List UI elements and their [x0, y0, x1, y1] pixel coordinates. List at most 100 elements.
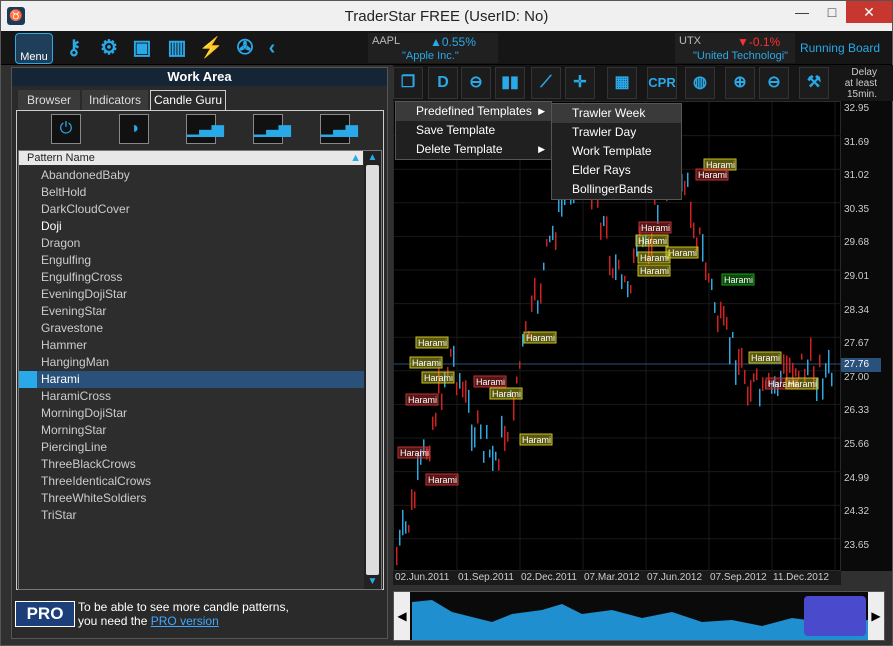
- pattern-list[interactable]: Pattern Name ▲ AbandonedBaby BeltHold DarkC…: [18, 150, 382, 590]
- svg-text:Harami: Harami: [668, 248, 697, 258]
- candles-icon[interactable]: ▮▮: [495, 67, 525, 99]
- harami-pattern-tag[interactable]: Harami: [405, 393, 439, 406]
- submenu-item-bollinger-bands[interactable]: BollingerBands: [552, 180, 681, 199]
- pattern-list-item[interactable]: EveningStar: [19, 303, 365, 320]
- pattern-list-item[interactable]: TriStar: [19, 507, 365, 524]
- quote-aapl[interactable]: AAPL ▲0.55% "Apple Inc.": [368, 33, 498, 63]
- candle-toggle-icon[interactable]: ◑: [119, 114, 149, 144]
- scroll-down-icon[interactable]: ▼: [364, 575, 381, 589]
- zoom-in-icon[interactable]: ⊕: [725, 67, 755, 99]
- cpr-button[interactable]: CPR: [647, 67, 677, 99]
- navigator-window[interactable]: [804, 596, 866, 636]
- harami-pattern-tag[interactable]: Harami: [415, 336, 449, 349]
- pattern-list-item[interactable]: ThreeIdenticalCrows: [19, 473, 365, 490]
- key-icon[interactable]: ⚷: [61, 34, 87, 62]
- harami-pattern-tag[interactable]: Harami: [637, 264, 671, 277]
- minimize-button[interactable]: —: [787, 1, 817, 23]
- grid-icon[interactable]: ▦: [607, 67, 637, 99]
- menu-item-predefined-templates[interactable]: Predefined Templates ▶: [396, 102, 551, 121]
- tab-indicators[interactable]: Indicators: [82, 90, 148, 110]
- harami-pattern-tag[interactable]: Harami: [523, 331, 557, 344]
- pattern-list-item[interactable]: Doji: [19, 218, 365, 235]
- tab-candle-guru[interactable]: Candle Guru: [150, 90, 226, 110]
- signal-strength-icon[interactable]: ▁▃▅: [186, 114, 224, 144]
- draw-d-icon[interactable]: D: [428, 67, 458, 99]
- tab-browser[interactable]: Browser: [18, 90, 80, 110]
- submenu-item-trawler-day[interactable]: Trawler Day: [552, 123, 681, 142]
- wrench-icon[interactable]: ⚒: [799, 67, 829, 99]
- pro-badge[interactable]: PRO: [15, 601, 75, 627]
- pattern-list-item[interactable]: MorningDojiStar: [19, 405, 365, 422]
- bar-chart-icon[interactable]: ▥: [164, 34, 190, 62]
- pattern-list-item[interactable]: Engulfing: [19, 252, 365, 269]
- zoom-out-icon[interactable]: ⊖: [759, 67, 789, 99]
- trend-line-icon[interactable]: ⟋: [531, 67, 561, 99]
- pattern-list-item[interactable]: DarkCloudCover: [19, 201, 365, 218]
- scroll-up-icon[interactable]: ▲: [364, 151, 381, 165]
- pattern-list-item[interactable]: AbandonedBaby: [19, 167, 365, 184]
- pattern-list-item[interactable]: EngulfingCross: [19, 269, 365, 286]
- predefined-templates-submenu: Trawler Week Trawler Day Work Template E…: [551, 103, 682, 200]
- scroll-thumb[interactable]: [366, 165, 379, 575]
- harami-pattern-tag[interactable]: Harami: [703, 158, 737, 171]
- pattern-list-item[interactable]: HaramiCross: [19, 388, 365, 405]
- pattern-list-item[interactable]: Hammer: [19, 337, 365, 354]
- harami-pattern-tag[interactable]: Harami: [637, 251, 671, 264]
- gear-icon[interactable]: ⚙: [96, 34, 122, 62]
- pattern-list-item[interactable]: HangingMan: [19, 354, 365, 371]
- submenu-item-elder-rays[interactable]: Elder Rays: [552, 161, 681, 180]
- harami-pattern-tag[interactable]: Harami: [721, 273, 755, 286]
- pro-version-link[interactable]: PRO version: [151, 614, 219, 628]
- chevron-left-icon[interactable]: ‹: [259, 34, 285, 62]
- globe-icon[interactable]: ◍: [685, 67, 715, 99]
- quote-utx[interactable]: UTX ▼-0.1% "United Technologi": [675, 33, 795, 63]
- nav-right-icon[interactable]: ▶: [868, 592, 884, 640]
- navigator-panel[interactable]: ◀ ▶: [393, 591, 885, 641]
- pattern-list-item[interactable]: Dragon: [19, 235, 365, 252]
- presentation-icon[interactable]: ▣: [129, 34, 155, 62]
- menu-item-save-template[interactable]: Save Template: [396, 121, 551, 140]
- harami-pattern-tag[interactable]: Harami: [421, 371, 455, 384]
- template-icon[interactable]: ❐: [393, 67, 423, 99]
- candle: [534, 277, 536, 301]
- pattern-list-item[interactable]: Harami: [19, 371, 365, 388]
- harami-pattern-tag[interactable]: Harami: [409, 356, 443, 369]
- pattern-list-item[interactable]: BeltHold: [19, 184, 365, 201]
- pattern-list-item[interactable]: MorningStar: [19, 422, 365, 439]
- crosshair-icon[interactable]: ✛: [565, 67, 595, 99]
- pattern-list-item[interactable]: PiercingLine: [19, 439, 365, 456]
- signal-icon[interactable]: ⚡: [198, 34, 224, 62]
- harami-pattern-tag[interactable]: Harami: [748, 351, 782, 364]
- close-button[interactable]: ✕: [846, 1, 892, 23]
- pattern-list-item[interactable]: ThreeWhiteSoldiers: [19, 490, 365, 507]
- pattern-list-item[interactable]: Gravestone: [19, 320, 365, 337]
- harami-pattern-tag[interactable]: Harami: [665, 246, 699, 259]
- candle: [546, 239, 548, 247]
- harami-pattern-tag[interactable]: Harami: [425, 473, 459, 486]
- vertical-scrollbar[interactable]: ▲ ▼: [364, 151, 381, 589]
- minus-icon[interactable]: ⊖: [461, 67, 491, 99]
- harami-pattern-tag[interactable]: Harami: [635, 234, 669, 247]
- nav-left-icon[interactable]: ◀: [394, 592, 410, 640]
- harami-pattern-tag[interactable]: Harami: [519, 433, 553, 446]
- power-icon[interactable]: ⏻: [51, 114, 81, 144]
- pattern-list-item[interactable]: EveningDojiStar: [19, 286, 365, 303]
- pattern-list-item[interactable]: ThreeBlackCrows: [19, 456, 365, 473]
- submenu-item-trawler-week[interactable]: Trawler Week: [552, 104, 681, 123]
- signal-strength-icon[interactable]: ▁▃▅: [320, 114, 358, 144]
- pattern-name-header[interactable]: Pattern Name ▲: [19, 151, 363, 165]
- menu-item-delete-template[interactable]: Delete Template ▶: [396, 140, 551, 159]
- harami-pattern-tag[interactable]: Harami: [638, 221, 672, 234]
- harami-pattern-tag[interactable]: Harami: [489, 387, 523, 400]
- signal-strength-icon[interactable]: ▁▃▅: [253, 114, 291, 144]
- harami-pattern-tag[interactable]: Harami: [785, 377, 819, 390]
- running-board-label[interactable]: Running Board: [800, 41, 880, 55]
- sort-asc-icon[interactable]: ▲: [350, 151, 361, 165]
- harami-pattern-tag[interactable]: Harami: [695, 168, 729, 181]
- harami-pattern-tag[interactable]: Harami: [397, 446, 431, 459]
- tools-icon[interactable]: ✇: [232, 34, 258, 62]
- submenu-item-work-template[interactable]: Work Template: [552, 142, 681, 161]
- menu-button[interactable]: Menu: [15, 33, 53, 64]
- harami-pattern-tag[interactable]: Harami: [473, 375, 507, 388]
- maximize-button[interactable]: □: [817, 1, 847, 23]
